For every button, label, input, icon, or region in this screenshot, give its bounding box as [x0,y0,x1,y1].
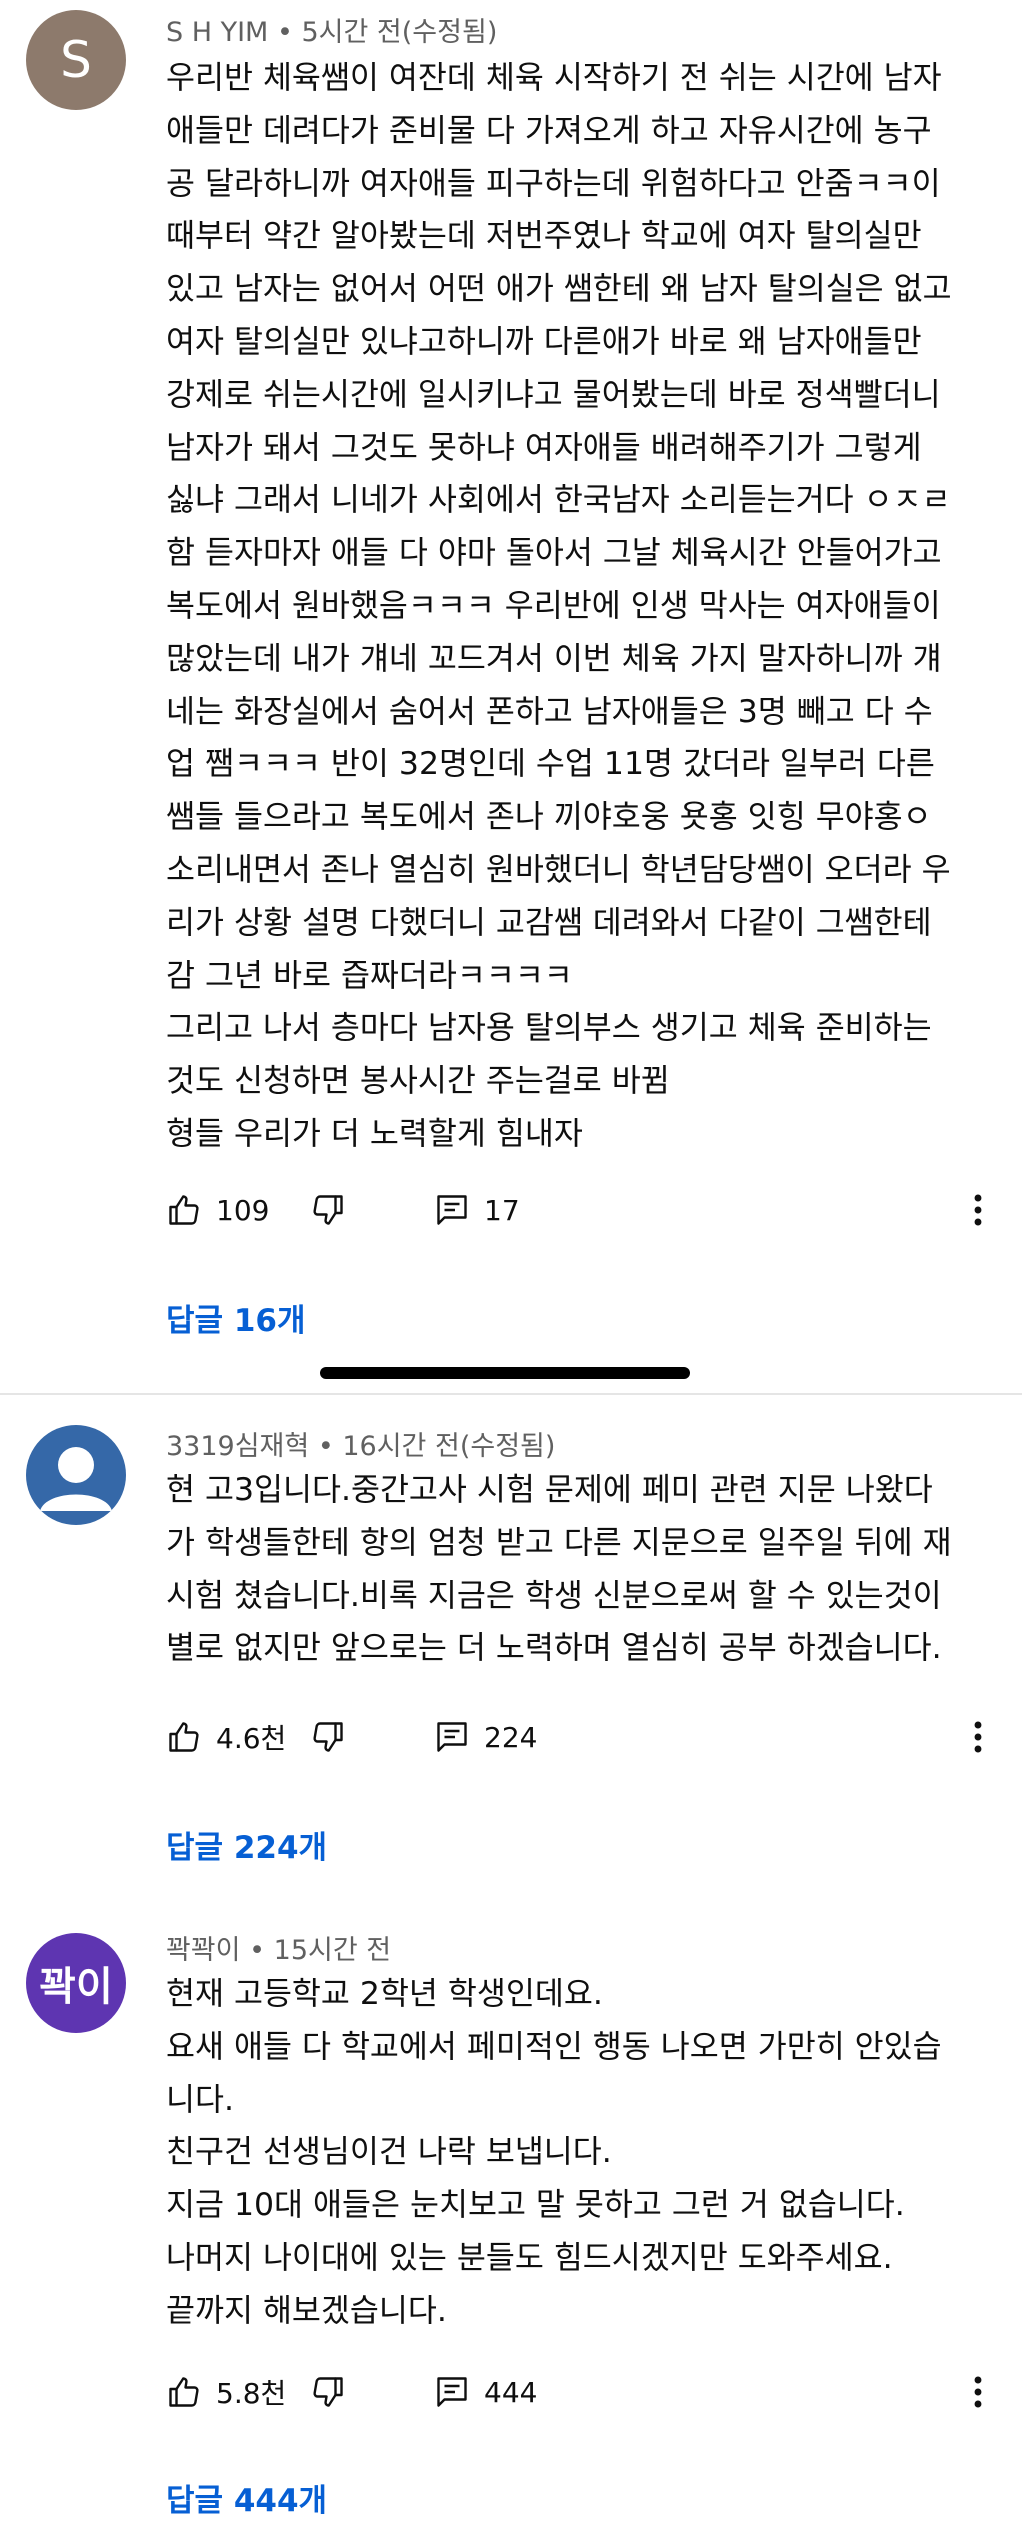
comment-line: 별로 없지만 앞으로는 더 노력하며 열심히 공부 하겠습니다. [166,1630,942,1667]
comment-line: 현 고3입니다.중간고사 시험 문제에 페미 관련 지문 나왔다 [166,1472,933,1508]
avatar[interactable] [26,1425,126,1525]
dislike-button[interactable] [310,2370,346,2414]
comment-line: 강제로 쉬는시간에 일시키냐고 물어봤는데 바로 정색빨더니 [166,376,941,413]
thumbs-up-icon [169,1722,199,1752]
avatar-initial: S [60,31,92,89]
avatar-initial: 꽉이 [39,1964,113,2010]
comment-actions: 4.6천 224 [166,1715,1016,1759]
comment-author[interactable]: 3319심재혁 [166,1431,309,1462]
person-icon [40,1447,112,1511]
comment-line: 복도에서 원바했음ㅋㅋㅋ 우리반에 인생 막사는 여자애들이 [166,587,941,624]
reply-button[interactable]: 444 [434,2370,537,2414]
comment-line: 네는 화장실에서 숨어서 폰하고 남자애들은 3명 빼고 다 수 [166,693,933,730]
comment-line: 리가 상황 설명 다했더니 교감쌤 데려와서 다같이 그쌤한테 [166,904,932,941]
comment-author[interactable]: S H YIM [166,17,268,48]
meta-separator: • [276,17,293,48]
comment-text: 현재 고등학교 2학년 학생인데요. 요새 애들 다 학교에서 페미적인 행동 … [166,1968,996,2338]
comment-line: 싫냐 그래서 니네가 사회에서 한국남자 소리듣는거다 ㅇㅈㄹ [166,482,951,519]
comment-meta: 3319심재혁 • 16시간 전(수정됨) [166,1424,555,1463]
more-vertical-icon [974,2376,982,2408]
comment-line: 형들 우리가 더 노력할게 힘내자 [166,1115,583,1152]
comment-icon [437,2377,467,2407]
comment-time: 5시간 전(수정됨) [301,17,498,48]
view-replies-link[interactable]: 답글 444개 [166,2475,327,2520]
comment-line: 그리고 나서 층마다 남자용 탈의부스 생기고 체육 준비하는 [166,1010,932,1047]
comment-line: 시험 쳤습니다.비록 지금은 학생 신분으로써 할 수 있는것이 [166,1577,942,1614]
comment-line: 끝까지 해보겠습니다. [166,2292,447,2329]
thumbs-up-icon [169,2377,199,2407]
view-replies-link[interactable]: 답글 16개 [166,1295,306,1340]
comment-line: 있고 남자는 없어서 어떤 애가 쌤한테 왜 남자 탈의실은 없고 [166,271,952,308]
like-button[interactable]: 4.6천 [166,1715,286,1759]
like-count: 4.6천 [216,1722,287,1755]
comment-actions: 5.8천 444 [166,2370,1016,2414]
more-vertical-icon [974,1721,982,1753]
reply-button[interactable]: 224 [434,1715,537,1759]
comment-meta: S H YIM • 5시간 전(수정됨) [166,10,497,49]
comment-line: 함 듣자마자 애들 다 야마 돌아서 그날 체육시간 안들어가고 [166,535,942,572]
thumbs-up-icon [169,1195,199,1225]
comment-icon [437,1195,467,1225]
like-count: 109 [216,1193,270,1227]
more-options-button[interactable] [968,1188,988,1232]
comment-line: 가 학생들한테 항의 엄청 받고 다른 지문으로 일주일 뒤에 재 [166,1524,952,1561]
comment-icon [437,1722,467,1752]
comment-author[interactable]: 꽉꽉이 [166,1935,241,1966]
thumbs-down-icon [313,1195,343,1225]
comment-line: 쌤들 들으라고 복도에서 존나 끼야호웅 욧홍 잇힝 무야홍ㅇ [166,799,932,836]
scroll-handle[interactable] [320,1367,690,1379]
meta-separator: • [317,1431,334,1462]
comment-line: 남자가 돼서 그것도 못하냐 여자애들 배려해주기가 그렇게 [166,429,922,466]
comment-line: 감 그년 바로 즙짜더라ㅋㅋㅋㅋ [166,957,573,994]
comment-line: 업 쨈ㅋㅋㅋ 반이 32명인데 수업 11명 갔더라 일부러 다른 [166,746,935,783]
comment-line: 친구건 선생님이건 나락 보냅니다. [166,2134,612,2171]
dislike-button[interactable] [310,1715,346,1759]
comment-line: 니다. [166,2081,234,2118]
more-options-button[interactable] [968,1715,988,1759]
avatar[interactable]: S [26,10,126,110]
meta-separator: • [249,1935,266,1966]
reply-count: 224 [484,1720,538,1754]
comment-line: 공 달라하니까 여자애들 피구하는데 위험하다고 안줌ㅋㅋ이 [166,165,941,202]
comment-line: 나머지 나이대에 있는 분들도 힘드시겠지만 도와주세요. [166,2239,893,2276]
dislike-button[interactable] [310,1188,346,1232]
comment-time: 16시간 전(수정됨) [342,1431,556,1462]
comment-line: 요새 애들 다 학교에서 페미적인 행동 나오면 가만히 안있습 [166,2028,942,2065]
like-button[interactable]: 5.8천 [166,2370,286,2414]
divider [0,1393,1022,1395]
avatar[interactable]: 꽉이 [26,1933,126,2033]
comment-line: 때부터 약간 알아봤는데 저번주였나 학교에 여자 탈의실만 [166,218,922,255]
comment-text: 현 고3입니다.중간고사 시험 문제에 페미 관련 지문 나왔다 가 학생들한테… [166,1464,996,1675]
comment-line: 현재 고등학교 2학년 학생인데요. [166,1976,603,2012]
more-vertical-icon [974,1194,982,1226]
comment-line: 지금 10대 애들은 눈치보고 말 못하고 그런 거 없습니다. [166,2187,905,2224]
comment-line: 우리반 체육쌤이 여잔데 체육 시작하기 전 쉬는 시간에 남자 [166,60,942,96]
comment-text: 우리반 체육쌤이 여잔데 체육 시작하기 전 쉬는 시간에 남자 애들만 데려다… [166,52,996,1161]
comment-line: 소리내면서 존나 열심히 원바했더니 학년담당쌤이 오더라 우 [166,851,951,888]
comment-time: 15시간 전 [273,1935,392,1966]
more-options-button[interactable] [968,2370,988,2414]
comment-line: 것도 신청하면 봉사시간 주는걸로 바뀜 [166,1063,670,1100]
view-replies-link[interactable]: 답글 224개 [166,1822,327,1867]
thumbs-down-icon [313,1722,343,1752]
comment-line: 애들만 데려다가 준비물 다 가져오게 하고 자유시간에 농구 [166,112,932,149]
reply-count: 444 [484,2375,538,2409]
comment-actions: 109 17 [166,1188,1016,1232]
thumbs-down-icon [313,2377,343,2407]
like-button[interactable]: 109 [166,1188,269,1232]
comment-line: 많았는데 내가 걔네 꼬드겨서 이번 체육 가지 말자하니까 걔 [166,640,942,677]
reply-button[interactable]: 17 [434,1188,520,1232]
reply-count: 17 [484,1193,520,1227]
comment-line: 여자 탈의실만 있냐고하니까 다른애가 바로 왜 남자애들만 [166,323,922,360]
like-count: 5.8천 [216,2377,287,2410]
comment-meta: 꽉꽉이 • 15시간 전 [166,1928,391,1967]
